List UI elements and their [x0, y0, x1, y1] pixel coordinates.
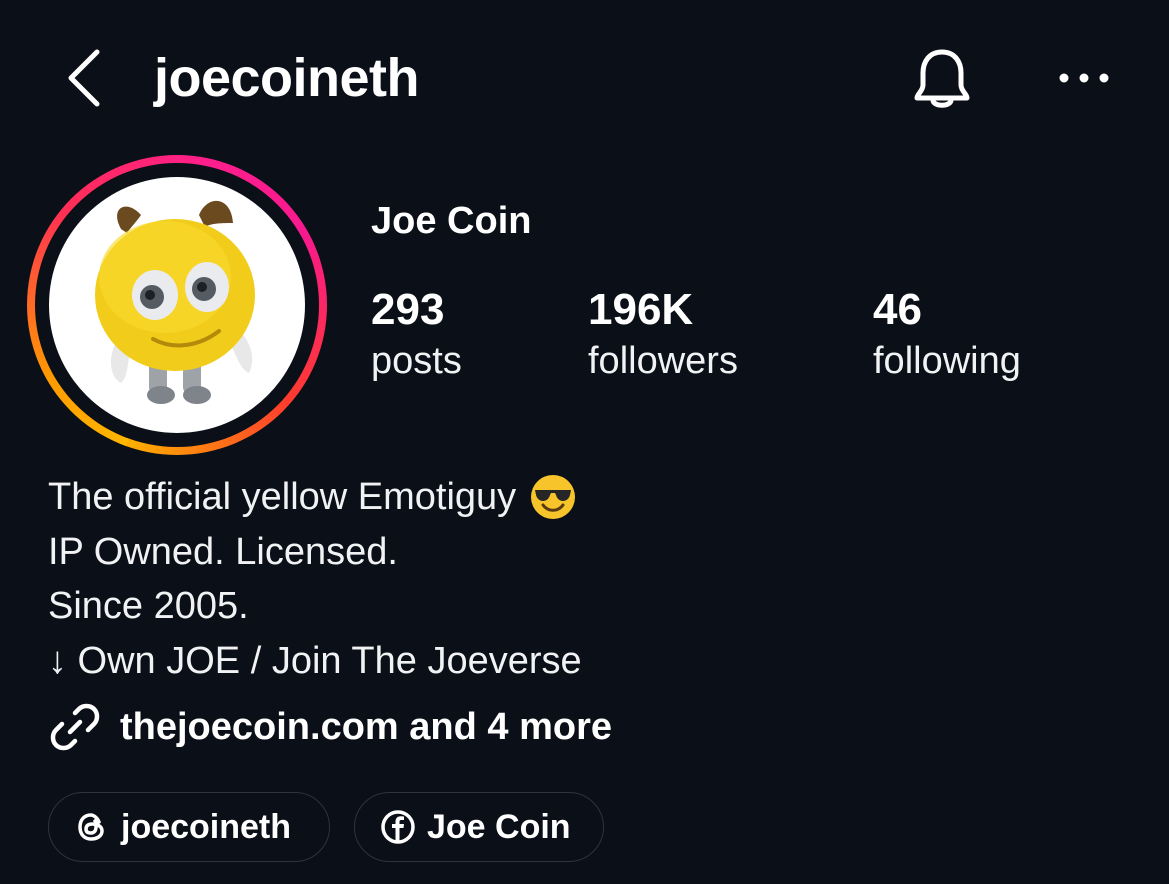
- facebook-pill-label: Joe Coin: [427, 807, 571, 846]
- posts-stat[interactable]: 293 posts: [371, 284, 462, 386]
- bio-line-1-text: The official yellow Emotiguy: [48, 476, 517, 518]
- chevron-left-icon: [68, 49, 100, 107]
- threads-icon: [75, 810, 109, 844]
- facebook-icon: [381, 810, 415, 844]
- smiling-face-with-sunglasses-emoji: [531, 475, 576, 520]
- avatar: [49, 177, 305, 433]
- threads-pill-label: joecoineth: [121, 807, 292, 846]
- more-horizontal-icon: [1059, 73, 1109, 83]
- profile-display-name: Joe Coin: [371, 200, 532, 242]
- bio-line-4[interactable]: ↓ Own JOE / Join The Joeverse: [48, 634, 582, 689]
- followers-count: 196K: [588, 285, 694, 334]
- following-stat[interactable]: 46 following: [873, 284, 1021, 386]
- followers-label: followers: [588, 340, 738, 382]
- profile-username-title: joecoineth: [154, 48, 420, 108]
- bio-line-3: Since 2005.: [48, 585, 249, 627]
- facebook-page-pill[interactable]: Joe Coin: [354, 792, 604, 862]
- bio-line-1: The official yellow Emotiguy: [48, 470, 582, 525]
- profile-links-text: thejoecoin.com and 4 more: [120, 706, 612, 748]
- notifications-button[interactable]: [905, 44, 979, 116]
- threads-profile-pill[interactable]: joecoineth: [48, 792, 330, 862]
- back-button[interactable]: [58, 46, 108, 110]
- yellow-emoticon-character-avatar: [95, 200, 255, 404]
- following-label: following: [873, 340, 1021, 382]
- followers-stat[interactable]: 196K followers: [588, 284, 738, 386]
- profile-avatar-story-ring[interactable]: [27, 155, 327, 455]
- profile-bio: The official yellow Emotiguy IP Owned. L…: [48, 470, 582, 688]
- posts-count: 293: [371, 285, 445, 334]
- link-icon: [48, 700, 102, 754]
- following-count: 46: [873, 285, 922, 334]
- more-options-button[interactable]: [1052, 56, 1116, 100]
- bell-icon: [914, 49, 970, 108]
- bio-line-2: IP Owned. Licensed.: [48, 530, 398, 573]
- profile-links-button[interactable]: thejoecoin.com and 4 more: [48, 700, 612, 754]
- posts-label: posts: [371, 340, 462, 382]
